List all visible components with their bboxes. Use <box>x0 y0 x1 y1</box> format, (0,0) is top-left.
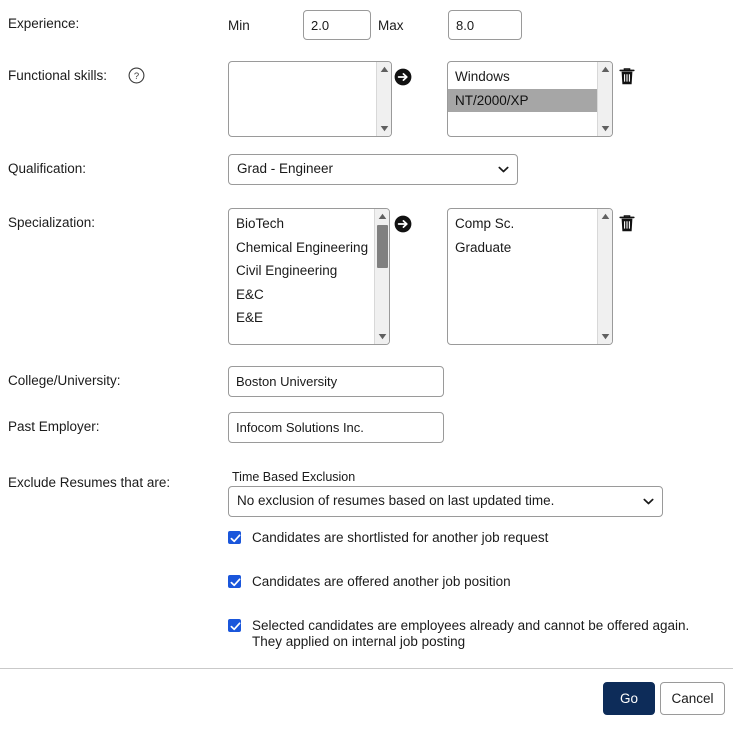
scroll-down-icon[interactable] <box>375 330 389 343</box>
checkbox-label: Candidates are offered another job posit… <box>252 574 511 589</box>
list-item[interactable]: NT/2000/XP <box>448 88 597 112</box>
remove-functional-skill-button[interactable] <box>618 67 636 86</box>
functional-skills-available-listbox[interactable] <box>228 61 392 137</box>
scroll-up-icon[interactable] <box>375 210 389 223</box>
specialization-selected-scrollbar[interactable] <box>597 209 612 344</box>
time-based-exclusion-select[interactable]: No exclusion of resumes based on last up… <box>228 486 663 517</box>
scroll-down-icon[interactable] <box>377 122 391 135</box>
experience-max-input[interactable] <box>448 10 522 40</box>
checkbox-checked-icon[interactable] <box>228 575 241 588</box>
checkbox-checked-icon[interactable] <box>228 531 241 544</box>
college-label: College/University: <box>8 373 121 388</box>
scrollbar-thumb[interactable] <box>377 225 388 268</box>
functional-skills-selected-items: Windows NT/2000/XP <box>448 62 597 136</box>
checkbox-checked-icon[interactable] <box>228 619 241 632</box>
college-input[interactable] <box>228 366 444 397</box>
qualification-select[interactable]: Grad - Engineer <box>228 154 518 185</box>
svg-text:?: ? <box>134 71 139 82</box>
past-employer-label: Past Employer: <box>8 419 100 434</box>
functional-skills-selected-listbox[interactable]: Windows NT/2000/XP <box>447 61 613 137</box>
functional-skills-label: Functional skills: <box>8 68 108 83</box>
functional-skills-selected-scrollbar[interactable] <box>597 62 612 136</box>
scroll-down-icon[interactable] <box>598 122 612 135</box>
list-item[interactable]: E&C <box>229 283 374 307</box>
exclude-checkbox-shortlisted[interactable]: Candidates are shortlisted for another j… <box>228 530 548 546</box>
specialization-available-listbox[interactable]: BioTech Chemical Engineering Civil Engin… <box>228 208 390 345</box>
add-specialization-button[interactable] <box>394 215 412 233</box>
experience-max-label: Max <box>378 18 404 33</box>
experience-min-input[interactable] <box>303 10 371 40</box>
list-item[interactable]: E&E <box>229 306 374 330</box>
scroll-up-icon[interactable] <box>598 210 612 223</box>
list-item[interactable]: BioTech <box>229 212 374 236</box>
specialization-available-items: BioTech Chemical Engineering Civil Engin… <box>229 209 374 344</box>
cancel-button[interactable]: Cancel <box>660 682 725 715</box>
specialization-selected-listbox[interactable]: Comp Sc. Graduate <box>447 208 613 345</box>
list-item[interactable]: Comp Sc. <box>448 212 597 236</box>
exclude-checkbox-offered[interactable]: Candidates are offered another job posit… <box>228 574 511 590</box>
scroll-up-icon[interactable] <box>598 63 612 76</box>
specialization-selected-items: Comp Sc. Graduate <box>448 209 597 344</box>
list-item[interactable]: Civil Engineering <box>229 259 374 283</box>
checkbox-label: Candidates are shortlisted for another j… <box>252 530 549 545</box>
time-based-exclusion-caption: Time Based Exclusion <box>232 470 356 484</box>
list-item[interactable]: Chemical Engineering <box>229 236 374 260</box>
specialization-available-scrollbar[interactable] <box>374 209 389 344</box>
qualification-select-value: Grad - Engineer <box>228 154 518 185</box>
resume-search-form: Experience: Min Max Functional skills: ? <box>0 0 733 732</box>
remove-specialization-button[interactable] <box>618 214 636 233</box>
functional-skills-available-items <box>229 62 376 136</box>
qualification-label: Qualification: <box>8 161 87 176</box>
scroll-up-icon[interactable] <box>377 63 391 76</box>
experience-label: Experience: <box>8 16 80 31</box>
specialization-label: Specialization: <box>8 215 96 230</box>
checkbox-label: Selected candidates are employees alread… <box>252 618 690 650</box>
time-based-exclusion-value: No exclusion of resumes based on last up… <box>228 486 663 517</box>
list-item[interactable]: Windows <box>448 65 597 89</box>
scroll-down-icon[interactable] <box>598 330 612 343</box>
footer-divider <box>0 668 733 669</box>
experience-min-label: Min <box>228 18 250 33</box>
add-functional-skill-button[interactable] <box>394 68 412 86</box>
help-circle-icon[interactable]: ? <box>128 67 145 84</box>
go-button[interactable]: Go <box>603 682 655 715</box>
list-item[interactable]: Graduate <box>448 236 597 260</box>
exclude-resumes-label: Exclude Resumes that are: <box>8 475 171 490</box>
functional-skills-available-scrollbar[interactable] <box>376 62 391 136</box>
past-employer-input[interactable] <box>228 412 444 443</box>
exclude-checkbox-employees[interactable]: Selected candidates are employees alread… <box>228 618 689 651</box>
